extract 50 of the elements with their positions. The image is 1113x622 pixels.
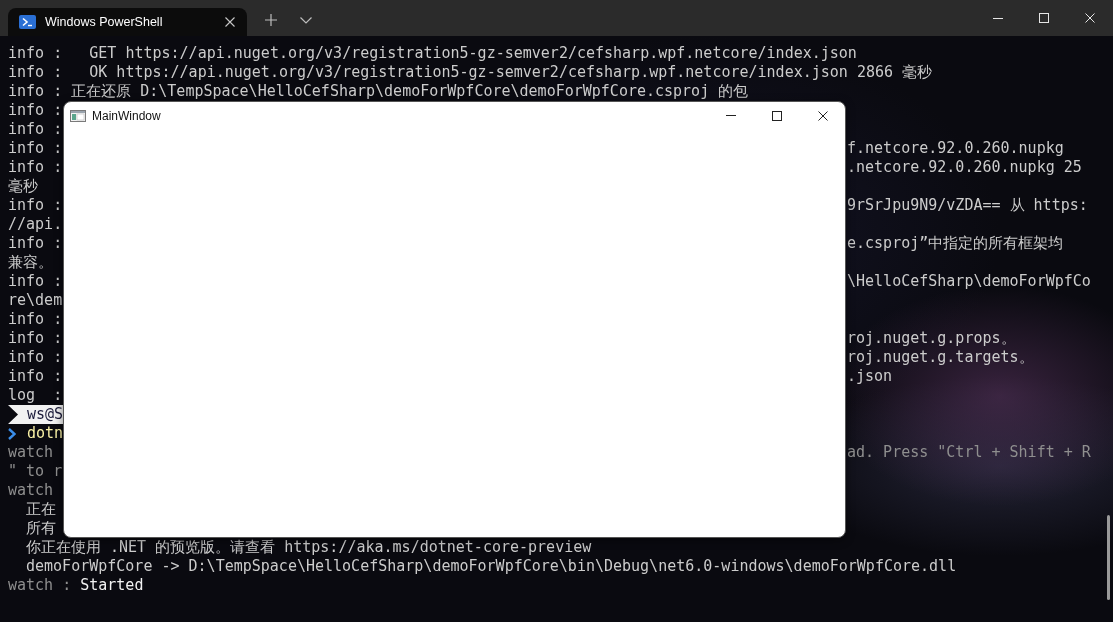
maximize-icon[interactable] [772,110,782,121]
terminal-text: //api. [8,215,63,233]
terminal-text: e.csproj”中指定的所有框架均 [847,234,1064,253]
terminal-text: log : [8,386,63,404]
terminal-text: 正在 [26,500,56,518]
terminal-text: 毫秒 [8,177,38,195]
command-text: dotn [27,424,64,443]
chevron-icon [8,427,16,440]
terminal-text: watch [8,481,54,499]
terminal-text: info : [8,196,63,215]
terminal-text: 所有 [26,519,56,537]
terminal-text: 你正在使用 .NET 的预览版。请查看 https://aka.ms/dotnet-core-preview [26,538,592,556]
terminal-text: .json [847,367,893,386]
terminal-text: info : [8,120,63,138]
terminal-text: roj.nuget.g.targets。 [847,348,1034,367]
tab[interactable]: Windows PowerShell [8,8,247,36]
terminal-text: " to r [8,462,63,480]
terminal-text: 兼容。 [8,253,53,271]
terminal-text: info : [8,310,63,328]
terminal-text: demoForWpfCore -> D:\TempSpace\HelloCefSharp\demoForWpfCore\bin\Debug\net6.0-windows\demoForWpfCore.dll [26,557,957,575]
terminal-text: info : [8,139,63,158]
terminal-text: info : [8,329,63,348]
terminal-text: info : [8,272,63,291]
terminal-text: info : OK https://api.nuget.org/v3/registration5-gz-semver2/cefsharp.wpf.netcore/index.json 2866 毫秒 [8,63,933,81]
terminal-text: info : [8,158,63,177]
powershell-icon [19,15,36,29]
terminal-text: roj.nuget.g.props。 [847,329,1016,348]
terminal-text: .netcore.92.0.260.nupkg 25 [847,158,1082,177]
terminal-text: info : 正在还原 D:\TempSpace\HelloCefSharp\demoForWpfCore\demoForWpfCore.csproj 的包 [8,82,749,100]
terminal-text: ad. Press "Ctrl + Shift + R [847,443,1091,462]
terminal-text: \HelloCefSharp\demoForWpfCo [847,272,1091,291]
window-icon [70,109,86,122]
terminal-text: info : [8,348,63,367]
minimize-icon[interactable] [993,17,1003,19]
terminal-text: info : [8,367,63,386]
prompt-segment: ws@S [8,405,64,424]
terminal-text: info : GET https://api.nuget.org/v3/registration5-gz-semver2/cefsharp.wpf.netcore/index.json [8,44,857,62]
terminal-text: info : [8,101,63,119]
terminal-text: info : [8,234,63,253]
terminal-text: Started [80,576,144,595]
terminal-text: re\dem [8,291,63,309]
terminal-text: watch [8,443,54,462]
plus-icon[interactable] [265,14,277,26]
scrollbar-thumb[interactable] [1107,515,1110,600]
close-icon[interactable] [818,110,828,121]
terminal-text: f.netcore.92.0.260.nupkg [847,139,1064,158]
terminal-text: 9rSrJpu9N9/vZDA== 从 https: [847,196,1088,215]
window-title: MainWindow [92,108,161,123]
chevron-down-icon[interactable] [300,16,312,24]
terminal-text: watch : [8,576,72,595]
